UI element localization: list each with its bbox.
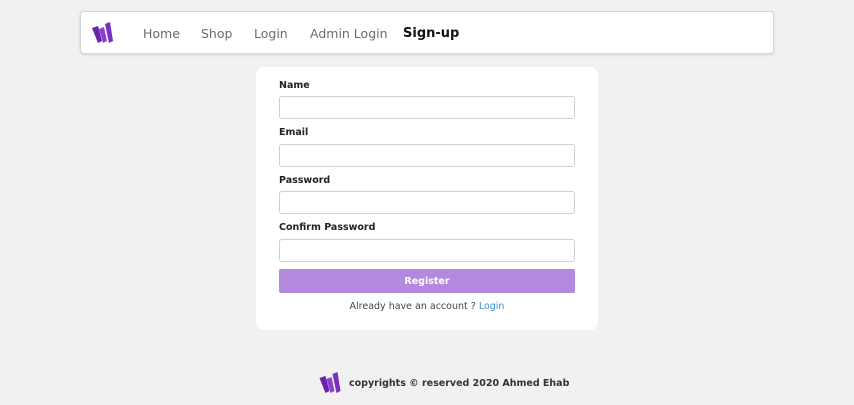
login-prompt: Already have an account ? Login [256,301,598,312]
confirm-password-input[interactable] [279,239,575,262]
confirm-password-label: Confirm Password [279,222,376,233]
register-button[interactable]: Register [279,269,575,293]
copyright-text: copyrights © reserved 2020 Ahmed Ehab [349,377,570,389]
nav-link-home[interactable]: Home [143,12,180,55]
w-logo-icon[interactable] [91,21,115,45]
email-label: Email [279,127,309,138]
w-logo-icon [319,372,341,393]
footer: copyrights © reserved 2020 Ahmed Ehab [318,371,569,395]
name-label: Name [279,80,310,91]
nav-link-admin-login[interactable]: Admin Login [310,12,388,55]
nav-link-signup[interactable]: Sign-up [403,12,459,55]
password-input[interactable] [279,191,575,214]
signup-form-card: Name Email Password Confirm Password Reg… [256,67,598,330]
account-prompt-text: Already have an account ? [349,301,476,312]
nav-link-shop[interactable]: Shop [201,12,232,55]
nav-link-login[interactable]: Login [254,12,288,55]
email-input[interactable] [279,144,575,167]
name-input[interactable] [279,96,575,119]
login-link[interactable]: Login [479,301,505,312]
password-label: Password [279,175,331,186]
top-navbar: Home Shop Login Admin Login Sign-up [80,11,774,54]
